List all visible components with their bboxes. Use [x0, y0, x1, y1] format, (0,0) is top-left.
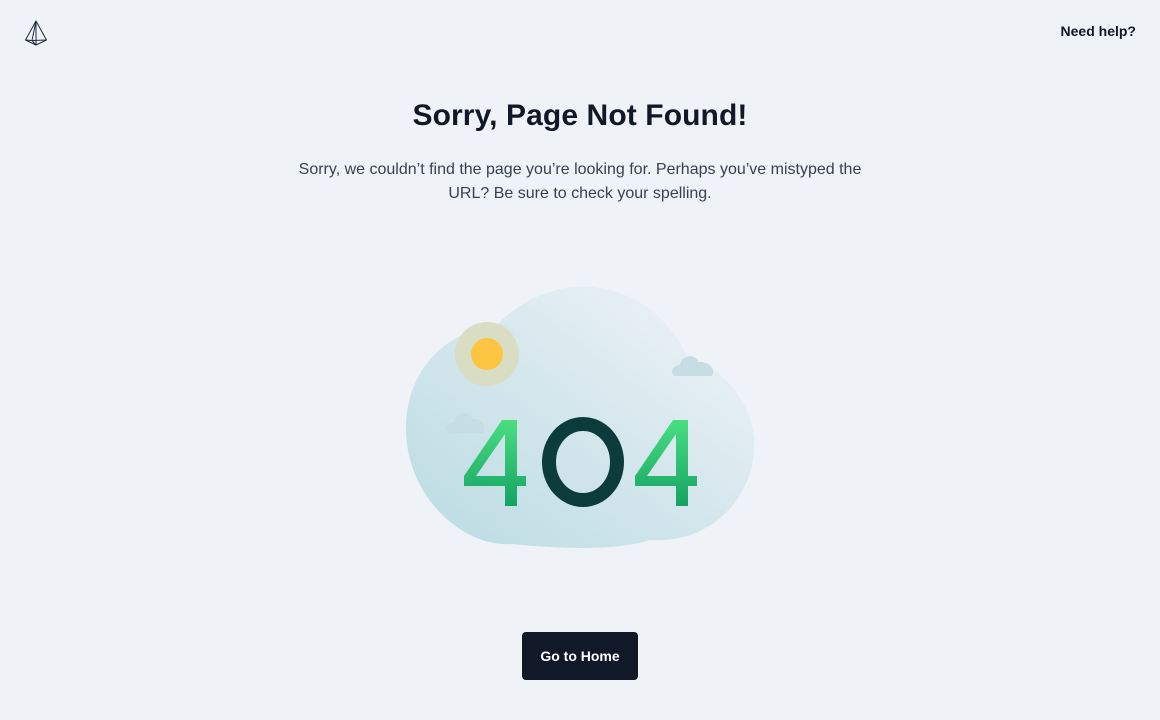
404-illustration [405, 286, 755, 548]
prism-logo-icon[interactable] [24, 20, 48, 46]
need-help-link[interactable]: Need help? [1061, 23, 1136, 39]
not-found-page: Need help? Sorry, Page Not Found! Sorry,… [0, 0, 1160, 720]
go-home-button[interactable]: Go to Home [522, 632, 638, 680]
page-title: Sorry, Page Not Found! [412, 99, 748, 132]
sun-icon [455, 322, 519, 386]
error-message: Sorry, we couldn’t find the page you’re … [298, 161, 862, 202]
